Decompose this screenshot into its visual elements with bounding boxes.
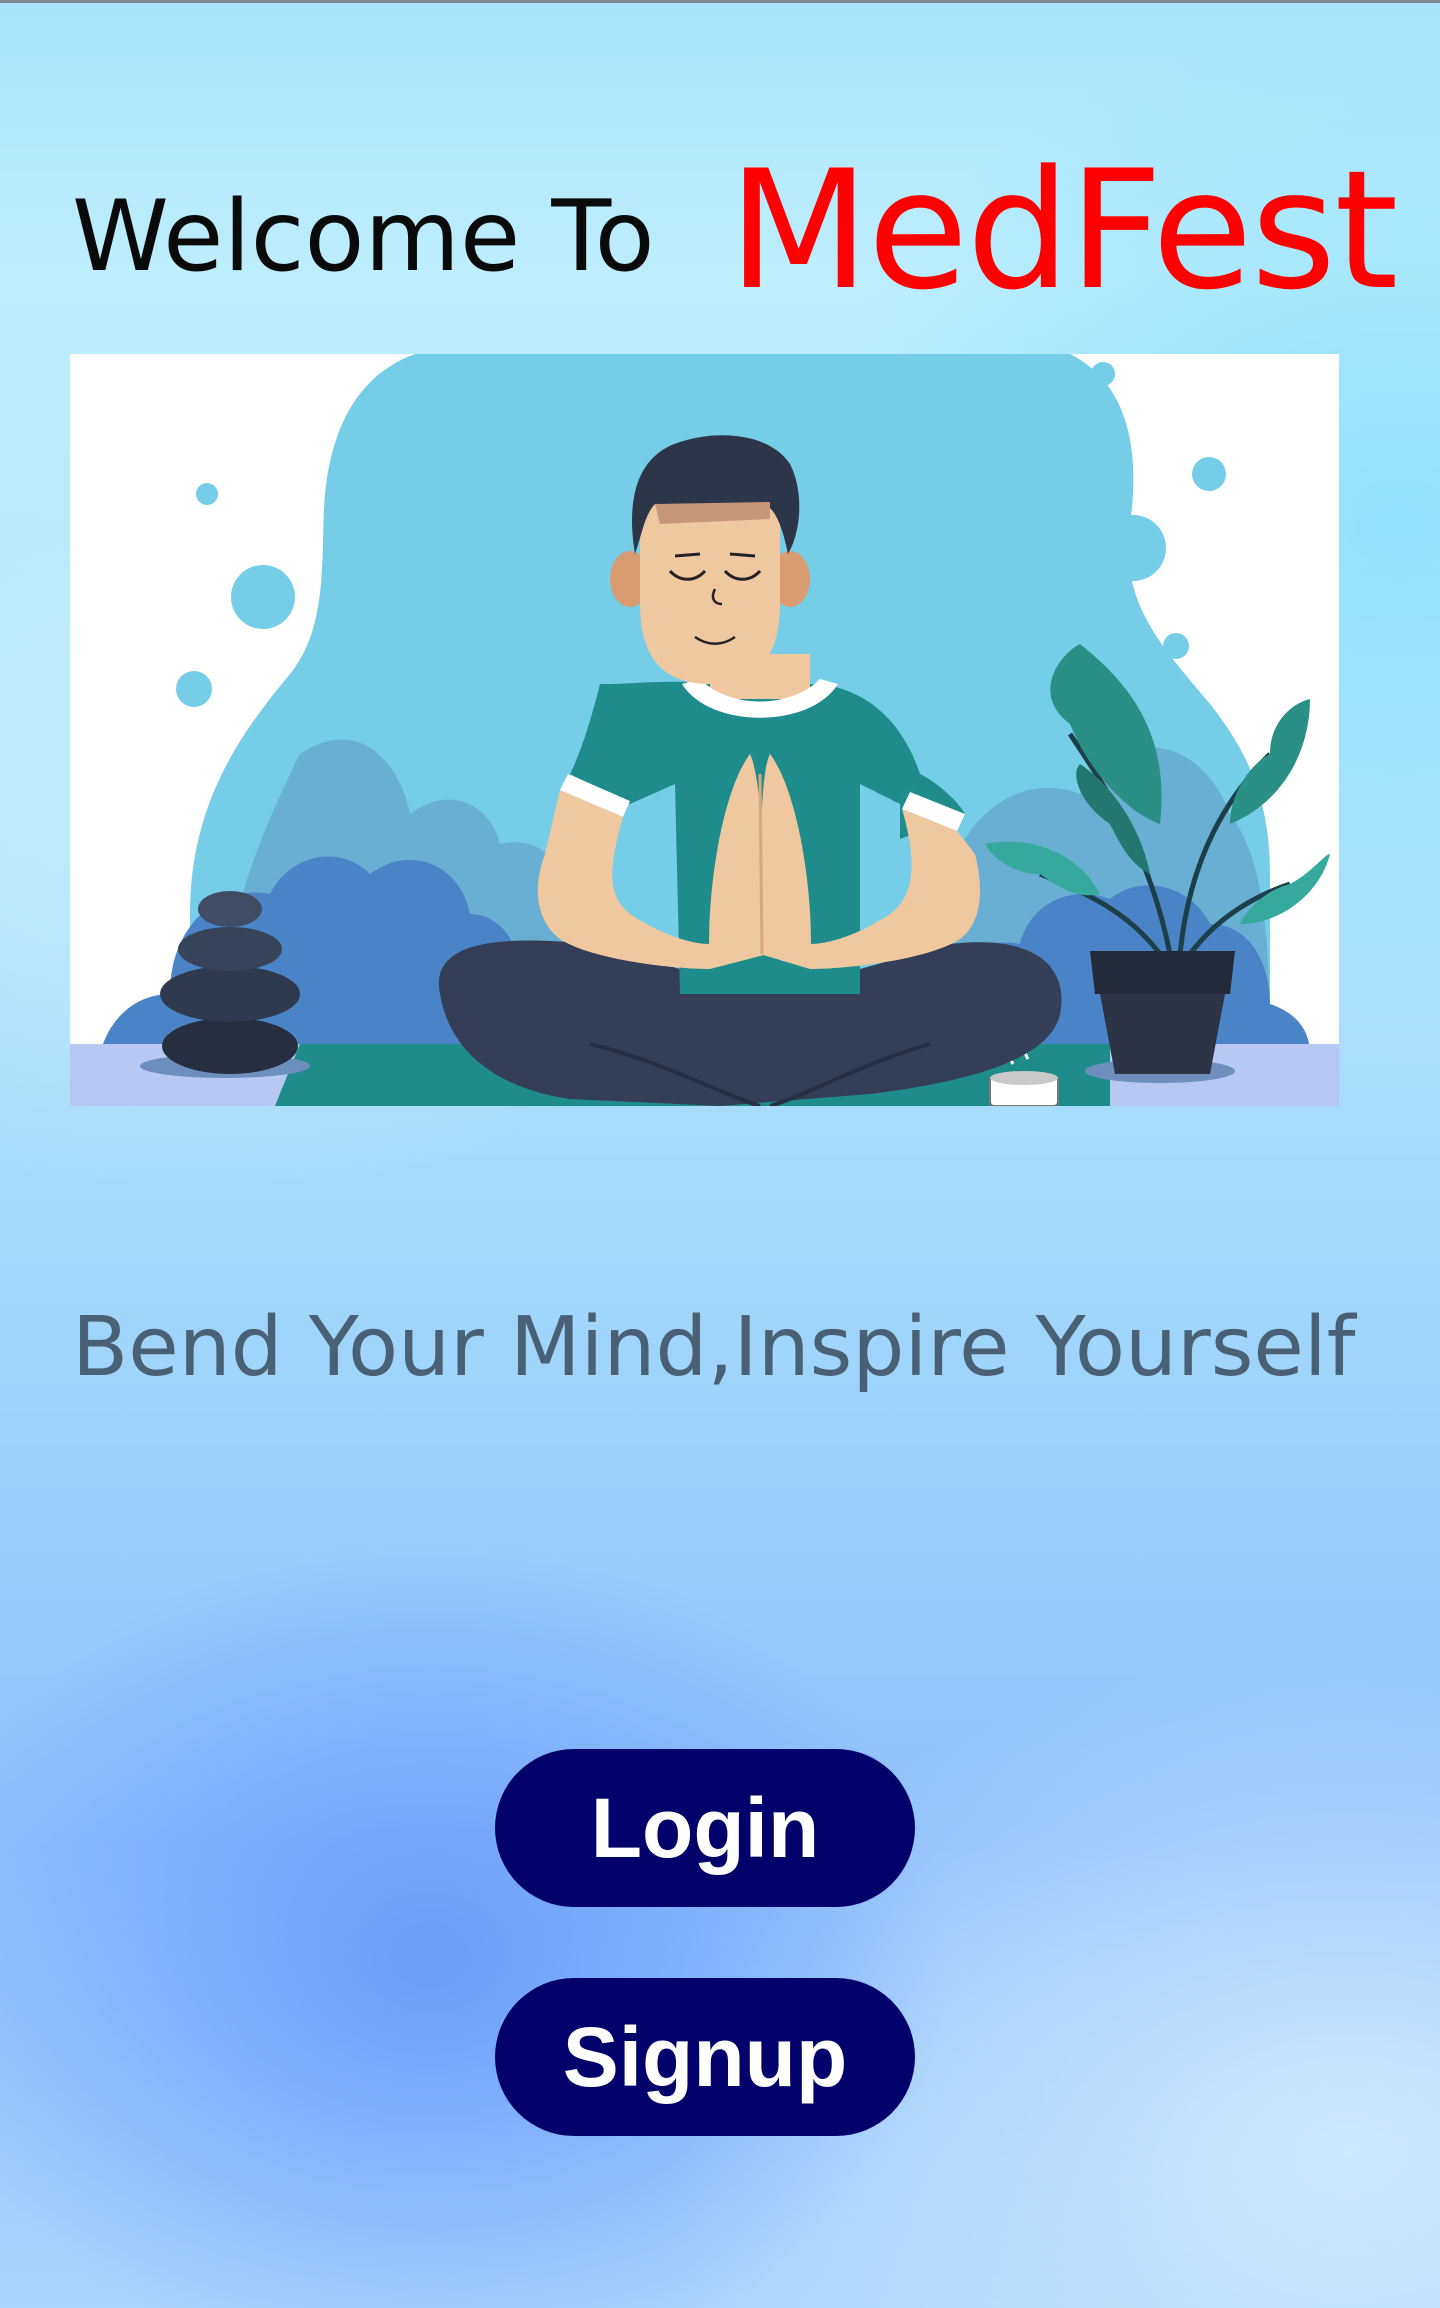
pot-rim — [1090, 951, 1235, 994]
cup-top — [990, 1071, 1058, 1085]
stone-icon — [162, 1018, 298, 1074]
bubble — [231, 565, 295, 629]
bubble — [176, 671, 212, 707]
bubble — [1163, 633, 1189, 659]
meditation-illustration — [70, 354, 1339, 1106]
welcome-text: Welcome To — [72, 180, 655, 294]
signup-button[interactable]: Signup — [495, 1978, 915, 2136]
hero-illustration — [70, 354, 1339, 1106]
bubble — [196, 483, 218, 505]
pot-icon — [1100, 994, 1225, 1074]
brand-title: MedFest — [728, 135, 1399, 326]
bubble — [1091, 362, 1115, 386]
stone-icon — [178, 927, 282, 971]
tagline-text: Bend Your Mind,Inspire Yourself — [72, 1300, 1356, 1395]
bubble — [1192, 457, 1226, 491]
login-button[interactable]: Login — [495, 1749, 915, 1907]
bubble — [1100, 515, 1166, 581]
stone-icon — [160, 966, 300, 1022]
status-divider — [0, 0, 1440, 3]
stone-icon — [198, 891, 262, 927]
